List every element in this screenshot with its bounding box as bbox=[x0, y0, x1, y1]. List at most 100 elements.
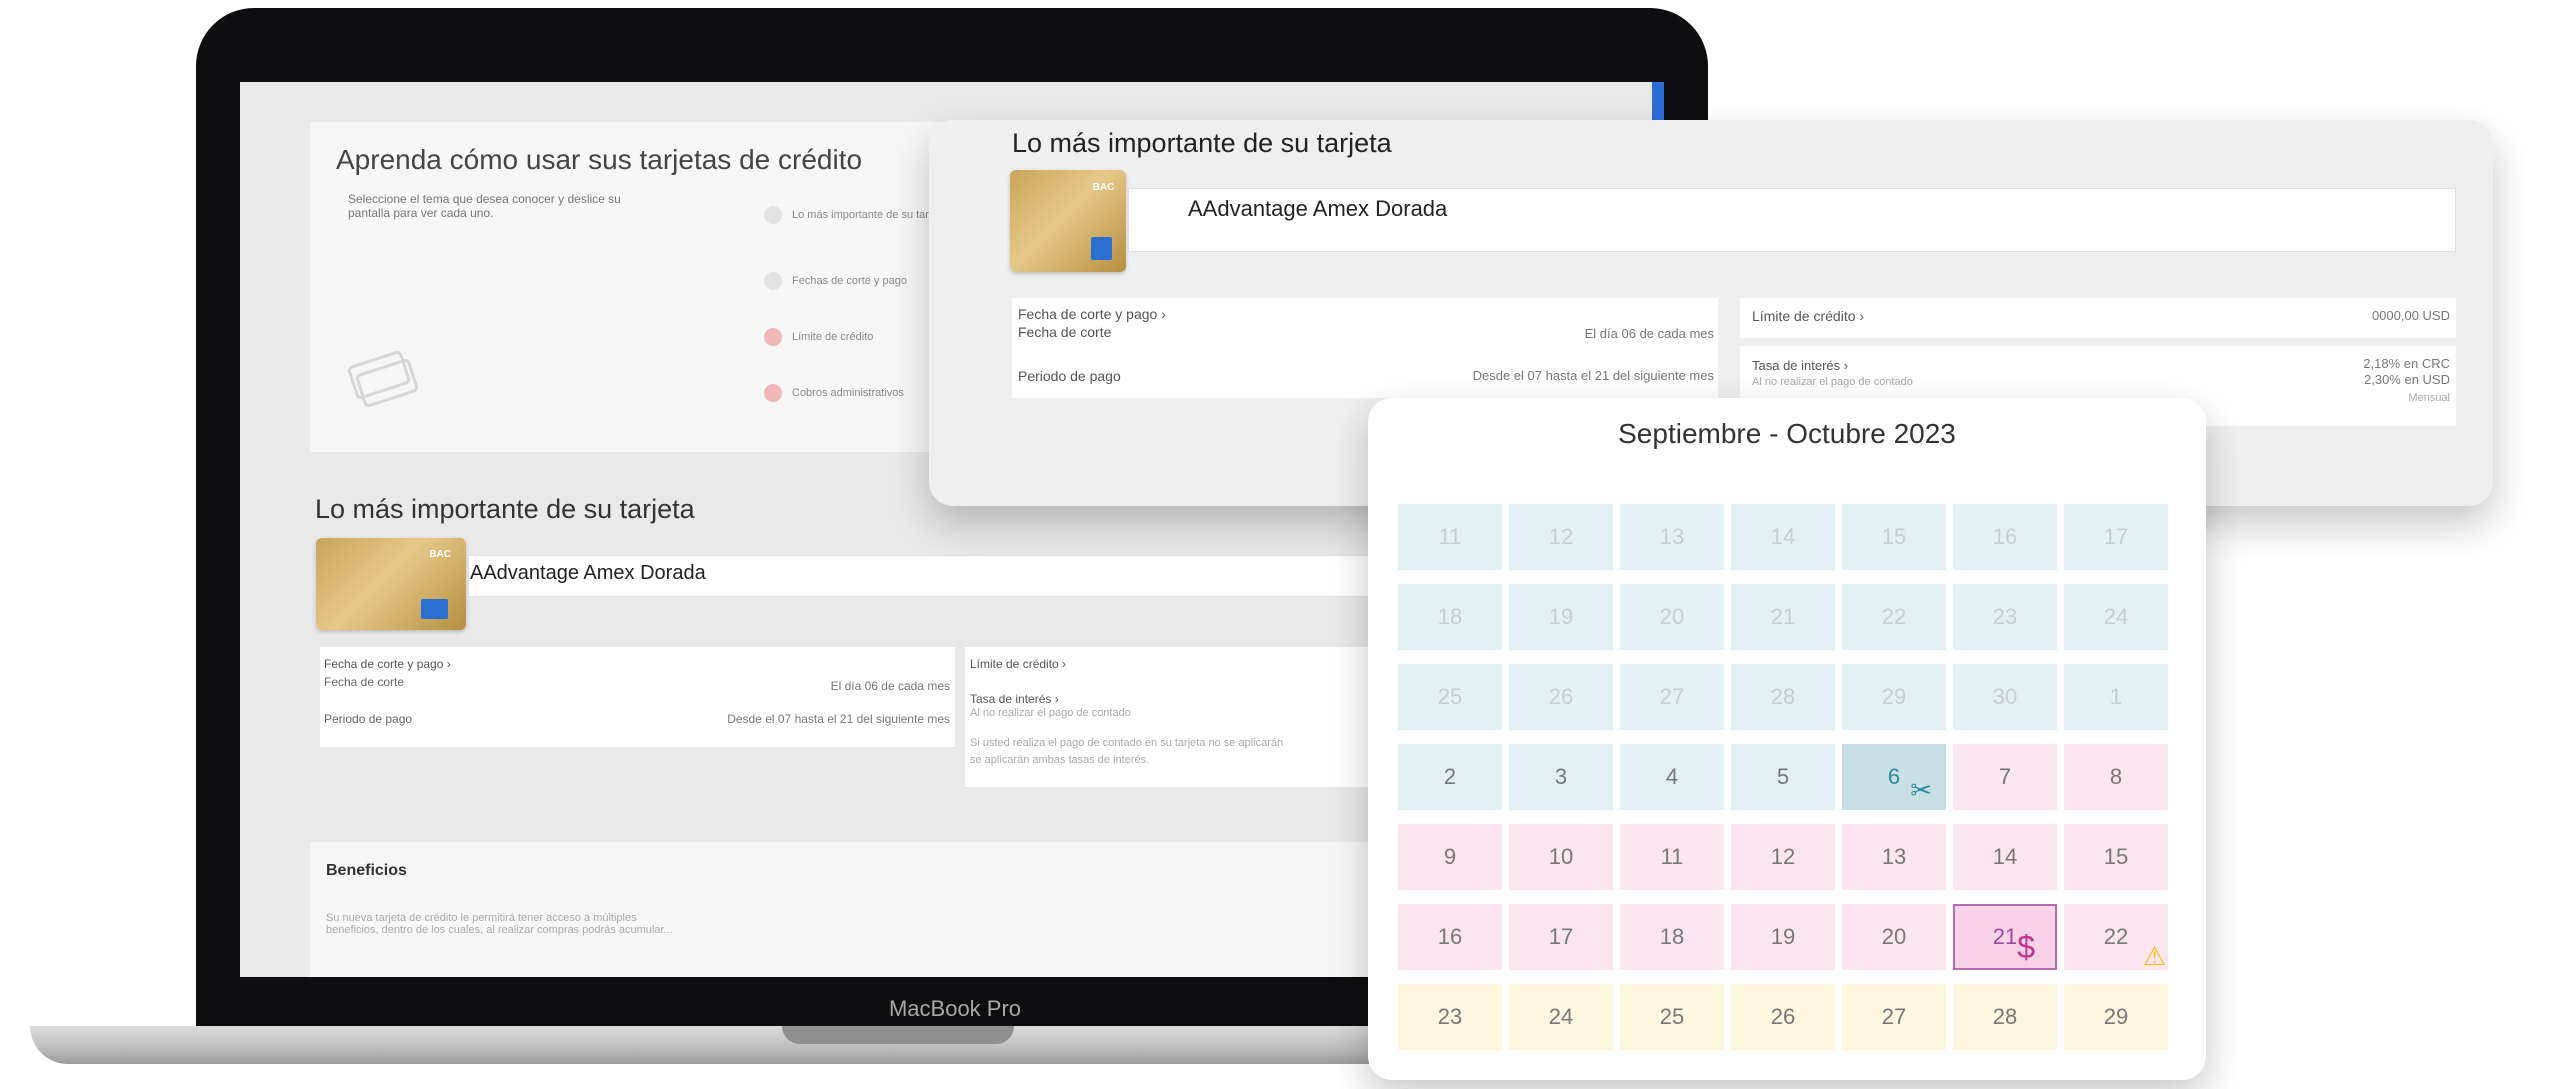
topic-item[interactable]: Límite de crédito bbox=[764, 328, 873, 346]
laptop-notch bbox=[782, 1026, 1014, 1044]
calendar-day[interactable]: 17 bbox=[2064, 504, 2168, 570]
calendar-day[interactable]: 10 bbox=[1509, 824, 1613, 890]
calendar-day[interactable]: 21 $ bbox=[1953, 904, 2057, 970]
day-number: 23 bbox=[1992, 604, 2018, 629]
day-number: 14 bbox=[1770, 524, 1796, 549]
popup-limite-link[interactable]: Límite de crédito › bbox=[1752, 308, 1864, 324]
calendar-day[interactable]: 21 bbox=[1731, 584, 1835, 650]
calendar-day[interactable]: 30 bbox=[1953, 664, 2057, 730]
day-number: 21 bbox=[1770, 604, 1796, 629]
day-number: 22 bbox=[2103, 924, 2129, 949]
day-number: 29 bbox=[2103, 1004, 2129, 1029]
learn-intro: Seleccione el tema que desea conocer y d… bbox=[348, 192, 621, 220]
day-number: 21 bbox=[1992, 924, 2018, 949]
day-number: 19 bbox=[1548, 604, 1574, 629]
calendar-day[interactable]: 9 bbox=[1398, 824, 1502, 890]
benefits-text: Su nueva tarjeta de crédito le permitirá… bbox=[326, 912, 673, 936]
calendar-day[interactable]: 20 bbox=[1842, 904, 1946, 970]
tasa-note-3: se aplicarán ambas tasas de interés. bbox=[970, 754, 1150, 766]
calendar-day[interactable]: 11 bbox=[1398, 504, 1502, 570]
topic-item[interactable]: Fechas de corte y pago bbox=[764, 272, 907, 290]
calendar-day[interactable]: 15 bbox=[1842, 504, 1946, 570]
amex-logo-icon bbox=[1091, 237, 1113, 260]
calendar-day[interactable]: 29 bbox=[1842, 664, 1946, 730]
calendar-day[interactable]: 26 bbox=[1731, 984, 1835, 1050]
calendar-day[interactable]: 24 bbox=[2064, 584, 2168, 650]
day-number: 26 bbox=[1548, 684, 1574, 709]
calendar-day[interactable]: 22 ⚠ bbox=[2064, 904, 2168, 971]
calendar-day[interactable]: 28 bbox=[1953, 984, 2057, 1050]
dollar-icon: $ bbox=[2017, 929, 2035, 965]
limite-credito-link[interactable]: Límite de crédito › bbox=[970, 657, 1066, 671]
important-title: Lo más importante de su tarjeta bbox=[315, 494, 695, 524]
calendar-day[interactable]: 29 bbox=[2064, 984, 2168, 1050]
calendar-day[interactable]: 18 bbox=[1398, 584, 1502, 650]
popup-title: Lo más importante de su tarjeta bbox=[1012, 128, 1392, 158]
popup-card-image: BAC bbox=[1010, 170, 1126, 272]
day-number: 18 bbox=[1437, 604, 1463, 629]
calendar-day[interactable]: 6 ✂ bbox=[1842, 744, 1946, 810]
calendar-day[interactable]: 15 bbox=[2064, 824, 2168, 890]
calendar-day[interactable]: 12 bbox=[1731, 824, 1835, 890]
calendar-day[interactable]: 14 bbox=[1953, 824, 2057, 890]
calendar-day[interactable]: 5 bbox=[1731, 744, 1835, 810]
calendar-day[interactable]: 13 bbox=[1620, 504, 1724, 570]
calendar-day[interactable]: 24 bbox=[1509, 984, 1613, 1050]
day-number: 1 bbox=[2109, 684, 2123, 709]
calendar-day[interactable]: 20 bbox=[1620, 584, 1724, 650]
day-number: 18 bbox=[1659, 924, 1685, 949]
calendar-day[interactable]: 19 bbox=[1731, 904, 1835, 970]
topic-item[interactable]: Lo más importante de su tarjeta bbox=[764, 206, 947, 224]
calendar-day[interactable]: 22 bbox=[1842, 584, 1946, 650]
fecha-corte-pago-link[interactable]: Fecha de corte y pago › bbox=[324, 657, 451, 671]
popup-fecha-corte-value: El día 06 de cada mes bbox=[1584, 326, 1714, 341]
popup-fecha-corte-pago-link[interactable]: Fecha de corte y pago › bbox=[1018, 306, 1166, 322]
calendar-day[interactable]: 11 bbox=[1620, 824, 1724, 890]
calendar-day[interactable]: 1 bbox=[2064, 664, 2168, 730]
tasa-note: Al no realizar el pago de contado bbox=[970, 707, 1131, 719]
calendar-day[interactable]: 23 bbox=[1953, 584, 2057, 650]
calendar-day[interactable]: 25 bbox=[1398, 664, 1502, 730]
calendar-day[interactable]: 16 bbox=[1953, 504, 2057, 570]
popup-tasa-link[interactable]: Tasa de interés › bbox=[1752, 358, 1848, 373]
topic-label: Límite de crédito bbox=[792, 331, 874, 343]
card-image: BAC bbox=[316, 538, 466, 630]
popup-tasa-crc: 2,18% en CRC bbox=[2363, 356, 2450, 371]
calendar-day[interactable]: 7 bbox=[1953, 744, 2057, 810]
topic-icon bbox=[764, 206, 782, 224]
day-number: 17 bbox=[2103, 524, 2129, 549]
topic-item[interactable]: Cobros administrativos bbox=[764, 384, 904, 402]
calendar-day[interactable]: 13 bbox=[1842, 824, 1946, 890]
day-number: 10 bbox=[1548, 844, 1574, 869]
calendar-card bbox=[1368, 398, 2206, 1080]
calendar-day[interactable]: 16 bbox=[1398, 904, 1502, 970]
calendar-day[interactable]: 4 bbox=[1620, 744, 1724, 810]
day-number: 6 bbox=[1887, 764, 1901, 789]
calendar-day[interactable]: 18 bbox=[1620, 904, 1724, 970]
day-number: 22 bbox=[1881, 604, 1907, 629]
popup-tasa-freq: Mensual bbox=[2408, 392, 2450, 404]
calendar-day[interactable]: 8 bbox=[2064, 744, 2168, 810]
calendar-day[interactable]: 19 bbox=[1509, 584, 1613, 650]
card-name: AAdvantage Amex Dorada bbox=[470, 562, 706, 584]
topic-icon bbox=[764, 328, 782, 346]
calendar-day[interactable]: 17 bbox=[1509, 904, 1613, 970]
tasa-interes-link[interactable]: Tasa de interés › bbox=[970, 692, 1059, 706]
calendar-day[interactable]: 25 bbox=[1620, 984, 1724, 1050]
calendar-day[interactable]: 28 bbox=[1731, 664, 1835, 730]
day-number: 24 bbox=[2103, 604, 2129, 629]
calendar-day[interactable]: 23 bbox=[1398, 984, 1502, 1050]
calendar-day[interactable]: 27 bbox=[1620, 664, 1724, 730]
benefits-title: Beneficios bbox=[326, 862, 407, 879]
calendar-day[interactable]: 12 bbox=[1509, 504, 1613, 570]
day-number: 24 bbox=[1548, 1004, 1574, 1029]
calendar-day[interactable]: 2 bbox=[1398, 744, 1502, 810]
calendar-day[interactable]: 27 bbox=[1842, 984, 1946, 1050]
day-number: 25 bbox=[1659, 1004, 1685, 1029]
learn-title: Aprenda cómo usar sus tarjetas de crédit… bbox=[336, 144, 863, 175]
day-number: 23 bbox=[1437, 1004, 1463, 1029]
calendar-day[interactable]: 3 bbox=[1509, 744, 1613, 810]
calendar-day[interactable]: 26 bbox=[1509, 664, 1613, 730]
day-number: 25 bbox=[1437, 684, 1463, 709]
calendar-day[interactable]: 14 bbox=[1731, 504, 1835, 570]
